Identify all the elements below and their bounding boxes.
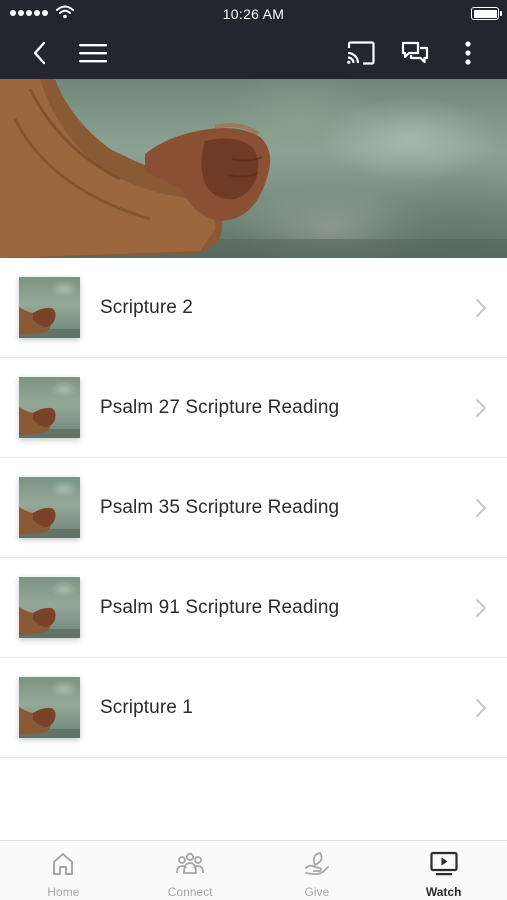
battery-icon xyxy=(471,7,502,20)
list-item[interactable]: Psalm 35 Scripture Reading xyxy=(0,458,507,558)
tab-label: Connect xyxy=(167,885,213,899)
more-options-button[interactable] xyxy=(452,26,484,79)
chat-button[interactable] xyxy=(395,26,435,79)
chevron-right-icon xyxy=(476,499,486,517)
app-header: 10:26 AM xyxy=(0,0,507,79)
tab-watch[interactable]: Watch xyxy=(380,841,507,900)
status-time: 10:26 AM xyxy=(222,6,285,22)
tab-give[interactable]: Give xyxy=(254,841,381,900)
video-list: Scripture 2 Psalm 27 Scripture Reading P… xyxy=(0,258,507,758)
thumbnail-image xyxy=(19,277,80,338)
tab-label: Watch xyxy=(425,885,462,899)
tab-label: Home xyxy=(47,885,80,899)
chevron-right-icon xyxy=(476,399,486,417)
more-vertical-icon xyxy=(465,40,471,65)
chat-icon xyxy=(401,41,429,63)
back-button[interactable] xyxy=(22,26,56,79)
cast-button[interactable] xyxy=(341,26,381,79)
nav-bar xyxy=(0,26,507,79)
thumbnail-image xyxy=(19,477,80,538)
menu-button[interactable] xyxy=(75,26,111,79)
chevron-right-icon xyxy=(476,699,486,717)
item-title: Psalm 91 Scripture Reading xyxy=(100,597,340,618)
home-icon xyxy=(53,853,74,875)
thumbnail-image xyxy=(19,677,80,738)
thumbnail-image xyxy=(19,377,80,438)
list-item[interactable]: Psalm 27 Scripture Reading xyxy=(0,358,507,458)
play-screen-icon xyxy=(430,851,458,876)
tab-label: Give xyxy=(304,885,330,899)
item-title: Scripture 2 xyxy=(100,297,193,318)
list-item[interactable]: Psalm 91 Scripture Reading xyxy=(0,558,507,658)
list-item[interactable]: Scripture 2 xyxy=(0,258,507,358)
item-title: Psalm 27 Scripture Reading xyxy=(100,397,340,418)
thumbnail-image xyxy=(19,577,80,638)
tab-connect[interactable]: Connect xyxy=(127,841,254,900)
chevron-right-icon xyxy=(476,299,486,317)
tab-bar: Home Connect Give Watch xyxy=(0,840,507,900)
cast-icon xyxy=(347,40,375,65)
status-bar: 10:26 AM xyxy=(0,0,507,26)
tab-home[interactable]: Home xyxy=(0,841,127,900)
list-item[interactable]: Scripture 1 xyxy=(0,658,507,758)
series-hero-image xyxy=(0,79,507,258)
hamburger-menu-icon xyxy=(79,43,107,62)
chevron-left-icon xyxy=(33,41,46,64)
item-title: Scripture 1 xyxy=(100,697,193,718)
people-icon xyxy=(176,852,205,874)
item-title: Psalm 35 Scripture Reading xyxy=(100,497,340,518)
give-leaf-hand-icon xyxy=(304,852,329,876)
chevron-right-icon xyxy=(476,599,486,617)
